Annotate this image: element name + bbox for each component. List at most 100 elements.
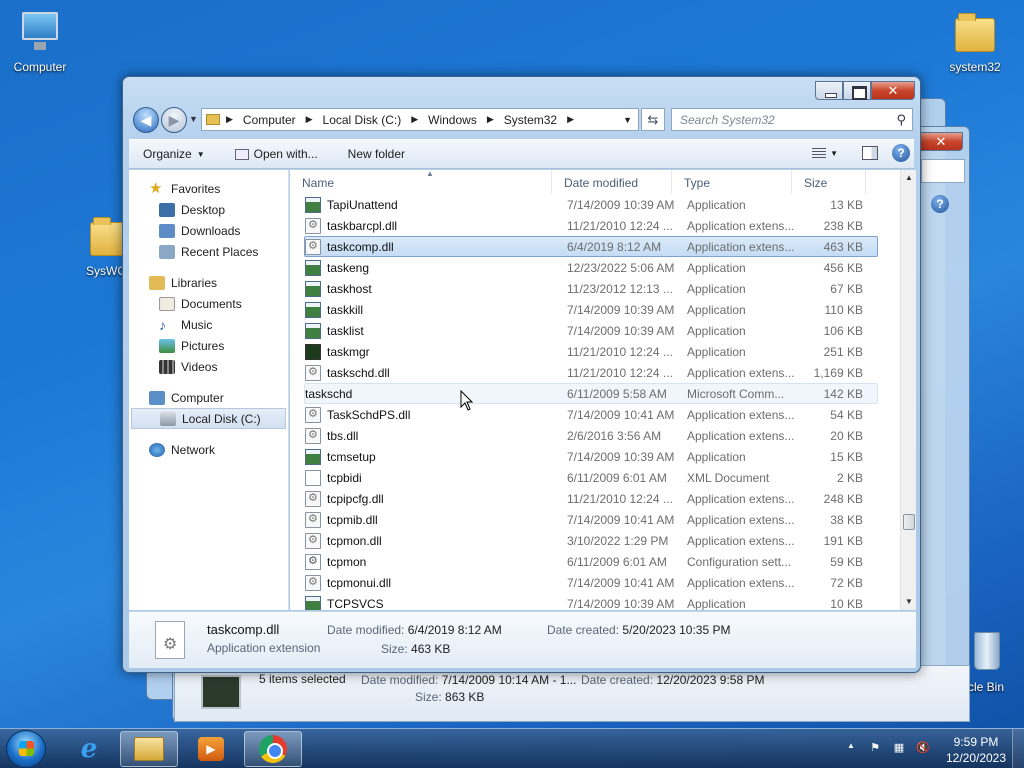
file-row[interactable]: tcpmon.dll 3/10/2022 1:29 PM Application e… [304, 530, 878, 551]
new-folder-button[interactable]: New folder [330, 147, 417, 161]
taskbar-internet-explorer[interactable]: e [60, 731, 118, 767]
nav-label: Computer [171, 390, 224, 405]
xml-file-icon [305, 469, 321, 486]
file-row[interactable]: tasklist 7/14/2009 10:39 AM Application 106… [304, 320, 878, 341]
file-date: 11/21/2010 12:24 ... [567, 365, 673, 380]
forward-button[interactable]: ▶ [161, 107, 187, 133]
file-size: 13 KB [830, 197, 863, 212]
show-hidden-icons-icon[interactable]: ▲ [843, 741, 859, 757]
help-icon[interactable]: ? [892, 144, 910, 162]
column-header-date[interactable]: Date modified [552, 170, 672, 194]
file-row[interactable]: taskbarcpl.dll 11/21/2010 12:24 ... Applic… [304, 215, 878, 236]
taskbar-media-player[interactable]: ▶ [182, 731, 240, 767]
file-row[interactable]: tcmsetup 7/14/2009 10:39 AM Application 15 … [304, 446, 878, 467]
back-button[interactable]: ◀ [133, 107, 159, 133]
nav-local-disk[interactable]: Local Disk (C:) [131, 408, 286, 429]
file-row[interactable]: taskschd.dll 11/21/2010 12:24 ... Applicat… [304, 362, 878, 383]
minimize-button[interactable] [815, 81, 843, 100]
nav-videos[interactable]: Videos [129, 356, 288, 377]
preview-pane-button[interactable] [862, 146, 878, 160]
file-row[interactable]: TaskSchdPS.dll 7/14/2009 10:41 AM Applicat… [304, 404, 878, 425]
nav-computer[interactable]: Computer [129, 387, 288, 408]
chevron-right-icon[interactable]: ▶ [411, 114, 418, 125]
nav-downloads[interactable]: Downloads [129, 220, 288, 241]
file-row[interactable]: taskeng 12/23/2022 5:06 AM Application 456 … [304, 257, 878, 278]
close-button[interactable]: ✕ [919, 132, 963, 151]
address-dropdown-icon[interactable]: ▼ [623, 115, 632, 125]
libraries-icon [149, 275, 165, 290]
desktop-icon-label: SysWO [86, 264, 124, 278]
file-row[interactable]: tcpbidi 6/11/2009 6:01 AM XML Document 2 KB [304, 467, 878, 488]
taskbar-chrome[interactable] [244, 731, 302, 767]
open-with-button[interactable]: Open with... [217, 147, 330, 161]
nav-desktop[interactable]: Desktop [129, 199, 288, 220]
application-icon [305, 595, 321, 610]
file-row[interactable]: tbs.dll 2/6/2016 3:56 AM Application exten… [304, 425, 878, 446]
file-row[interactable]: tcpmib.dll 7/14/2009 10:41 AM Application … [304, 509, 878, 530]
start-button[interactable] [6, 730, 46, 768]
search-input[interactable]: Search System32 ⚲ [671, 108, 913, 131]
taskbar-windows-explorer[interactable] [120, 731, 178, 767]
scroll-down-icon[interactable]: ▼ [901, 594, 916, 610]
close-button[interactable]: ✕ [871, 81, 915, 100]
help-icon[interactable]: ? [931, 195, 949, 213]
nav-network[interactable]: Network [129, 439, 288, 460]
nav-pictures[interactable]: Pictures [129, 335, 288, 356]
desktop-icon-computer[interactable]: Computer [0, 8, 80, 74]
scroll-thumb[interactable] [903, 514, 915, 530]
organize-button[interactable]: Organize ▼ [129, 147, 217, 161]
change-view-button[interactable]: ▼ [812, 147, 838, 159]
system-clock[interactable]: 9:59 PM 12/20/2023 [938, 734, 1014, 766]
nav-libraries[interactable]: Libraries [129, 272, 288, 293]
file-row[interactable]: taskmgr 11/21/2010 12:24 ... Application 25… [304, 341, 878, 362]
file-size: 1,169 KB [813, 365, 863, 380]
file-date: 6/11/2009 6:01 AM [567, 554, 667, 569]
vertical-scrollbar[interactable]: ▲ ▼ [900, 170, 916, 610]
search-icon[interactable]: ⚲ [896, 112, 906, 128]
file-row[interactable]: tcpmonui.dll 7/14/2009 10:41 AM Applicatio… [304, 572, 878, 593]
action-center-flag-icon[interactable]: ⚑ [867, 741, 883, 757]
explorer-window[interactable]: ✕ ◀ ▶ ▼ ▶ Computer ▶ Local Disk (C:) ▶ W… [122, 76, 921, 673]
nav-label: Local Disk (C:) [182, 411, 261, 426]
breadcrumb-local-disk[interactable]: Local Disk (C:) [323, 113, 402, 127]
chevron-right-icon[interactable]: ▶ [487, 114, 494, 125]
desktop-icon-system32[interactable]: system32 [935, 8, 1015, 74]
file-size: 251 KB [823, 344, 863, 359]
file-row[interactable]: tcpipcfg.dll 11/21/2010 12:24 ... Applicat… [304, 488, 878, 509]
chevron-right-icon[interactable]: ▶ [567, 114, 574, 125]
file-row[interactable]: taskcomp.dll 6/4/2019 8:12 AM Application … [304, 236, 878, 257]
refresh-button[interactable]: ⇆ [641, 108, 665, 131]
nav-music[interactable]: ♪ Music [129, 314, 288, 335]
file-row[interactable]: TapiUnattend 7/14/2009 10:39 AM Applicatio… [304, 194, 878, 215]
breadcrumb-system32[interactable]: System32 [504, 113, 557, 127]
desktop-icon-syswow[interactable]: SysWO [72, 212, 124, 278]
recent-pages-dropdown[interactable]: ▼ [189, 114, 198, 124]
file-date: 6/11/2009 5:58 AM [567, 386, 667, 401]
chevron-right-icon[interactable]: ▶ [306, 114, 313, 125]
breadcrumb-windows[interactable]: Windows [428, 113, 477, 127]
column-header-type[interactable]: Type [672, 170, 792, 194]
music-icon: ♪ [159, 316, 166, 333]
column-header-size[interactable]: Size [792, 170, 866, 194]
dll-file-icon [305, 406, 321, 423]
maximize-button[interactable] [843, 81, 871, 100]
file-row[interactable]: TCPSVCS 7/14/2009 10:39 AM Application 10 K… [304, 593, 878, 610]
file-row[interactable]: taskhost 11/23/2012 12:13 ... Application 6… [304, 278, 878, 299]
breadcrumb-computer[interactable]: Computer [243, 113, 296, 127]
nav-recent-places[interactable]: Recent Places [129, 241, 288, 262]
nav-favorites[interactable]: ★ Favorites [129, 178, 288, 199]
nav-documents[interactable]: Documents [129, 293, 288, 314]
column-header-name[interactable]: Name [290, 170, 552, 194]
chevron-right-icon[interactable]: ▶ [226, 114, 233, 125]
file-type: Application extens... [687, 575, 795, 590]
network-tray-icon[interactable]: ▦ [891, 741, 907, 757]
volume-muted-icon[interactable]: 🔇 [915, 741, 931, 757]
scroll-up-icon[interactable]: ▲ [901, 170, 916, 186]
file-row[interactable]: tcpmon 6/11/2009 6:01 AM Configuration set… [304, 551, 878, 572]
address-bar[interactable]: ▶ Computer ▶ Local Disk (C:) ▶ Windows ▶… [201, 108, 639, 131]
open-with-icon [234, 148, 249, 160]
file-row[interactable]: taskkill 7/14/2009 10:39 AM Application 110… [304, 299, 878, 320]
file-row[interactable]: taskschd 6/11/2009 5:58 AM Microsoft Comm.… [304, 383, 878, 404]
star-icon: ★ [149, 179, 163, 197]
show-desktop-button[interactable] [1012, 729, 1024, 768]
